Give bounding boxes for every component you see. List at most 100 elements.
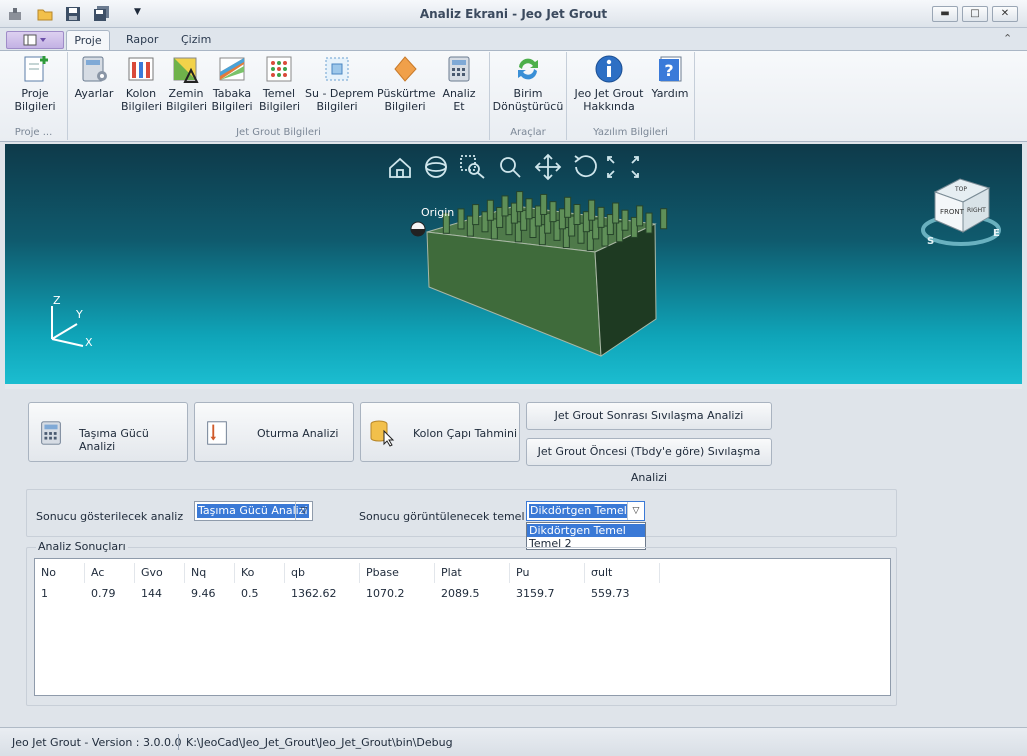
pile-column [525, 198, 533, 220]
column-header[interactable]: Ko [235, 563, 285, 583]
chevron-down-icon[interactable]: ▽ [295, 502, 312, 520]
tabaka-bilgileri-button[interactable]: Tabaka Bilgileri [211, 54, 253, 113]
rotate-icon[interactable] [574, 155, 597, 178]
cube-right-label: RIGHT [967, 207, 986, 214]
tasima-gucu-label: Taşıma Gücü Analizi [79, 427, 149, 453]
column-header[interactable]: Pu [510, 563, 585, 583]
results-title: Analiz Sonuçları [36, 540, 128, 553]
hakkinda-label: Jeo Jet Grout Hakkında [574, 87, 644, 113]
yardim-button[interactable]: ? Yardım [650, 54, 690, 100]
column-header[interactable]: Gvo [135, 563, 185, 583]
temel-bilgileri-label: Temel Bilgileri [259, 87, 301, 113]
column-header[interactable]: Nq [185, 563, 235, 583]
table-cell: 3159.7 [516, 587, 555, 600]
tab-proje[interactable]: Proje [66, 30, 110, 50]
tab-rapor[interactable]: Rapor [118, 30, 166, 50]
sonrasi-sivilasma-button[interactable]: Jet Grout Sonrası Sıvılaşma Analizi [526, 402, 772, 430]
collapse-ribbon-icon[interactable]: ⌃ [1003, 32, 1012, 45]
info-icon [595, 55, 623, 83]
proje-bilgileri-label: Proje Bilgileri [14, 87, 56, 113]
zoom-window-icon[interactable] [460, 155, 485, 179]
pile-column [486, 199, 494, 221]
birim-donusturucu-label: Birim Dönüştürücü [492, 87, 564, 113]
group-label-proje: Proje ... [14, 127, 53, 138]
viewport-toolbar [389, 153, 639, 181]
group-label-yazilim: Yazılım Bilgileri [593, 127, 668, 138]
kolon-capi-label: Kolon Çapı Tahmini [413, 427, 518, 440]
window-title: Analiz Ekrani - Jeo Jet Grout [419, 7, 608, 21]
table-cell: 1 [41, 587, 48, 600]
column-header[interactable]: qb [285, 563, 360, 583]
app-menu-button[interactable] [6, 31, 64, 49]
ayarlar-button[interactable]: Ayarlar [74, 54, 114, 100]
chevron-down-icon[interactable]: ▽ [627, 502, 644, 520]
cube-front-label: FRONT [940, 208, 965, 216]
proje-bilgileri-button[interactable]: Proje Bilgileri [12, 54, 58, 113]
temel-select-value: Dikdörtgen Temel [529, 504, 628, 518]
maximize-button[interactable]: □ [962, 6, 988, 22]
svg-text:?: ? [664, 61, 673, 80]
tab-cizim[interactable]: Çizim [173, 30, 219, 50]
kolon-bilgileri-button[interactable]: Kolon Bilgileri [121, 54, 163, 113]
dropdown-option[interactable]: Dikdörtgen Temel [527, 524, 645, 537]
new-project-icon [24, 56, 48, 82]
tasima-gucu-button[interactable]: Taşıma Gücü Analizi [28, 402, 188, 462]
table-cell: 559.73 [591, 587, 630, 600]
3d-viewport[interactable]: Origin Z Y X FRONT RIGHT TOP S E [5, 144, 1022, 384]
pan-icon[interactable] [534, 153, 562, 181]
temel-bilgileri-button[interactable]: Temel Bilgileri [259, 54, 301, 113]
home-view-icon[interactable] [389, 157, 411, 178]
oncesi-sivilasma-button[interactable]: Jet Grout Öncesi (Tbdy'e göre) Sıvılaşma… [526, 438, 772, 484]
column-header[interactable]: σult [585, 563, 660, 583]
injection-icon [394, 56, 417, 82]
pile-column [573, 204, 581, 225]
zemin-bilgileri-button[interactable]: Zemin Bilgileri [166, 54, 208, 113]
column-header[interactable]: Ac [85, 563, 135, 583]
ayarlar-label: Ayarlar [74, 87, 114, 100]
table-cell: 9.46 [191, 587, 216, 600]
pile-column [540, 193, 548, 215]
analiz-et-button[interactable]: Analiz Et [440, 54, 478, 113]
tabaka-bilgileri-label: Tabaka Bilgileri [211, 87, 253, 113]
minimize-button[interactable]: ▬ [932, 6, 958, 22]
axis-z-label: Z [53, 294, 61, 307]
cube-top-label: TOP [954, 186, 967, 193]
results-table[interactable]: No Ac Gvo Nq Ko qb Pbase Plat Pu σult 1 … [34, 558, 891, 696]
orbit-icon[interactable] [425, 156, 447, 178]
status-bar: Jeo Jet Grout - Version : 3.0.0.0 K:\Jeo… [0, 727, 1027, 756]
axis-x-label: X [85, 336, 93, 349]
zoom-icon[interactable] [500, 157, 521, 178]
pile-column [612, 202, 620, 224]
oturma-analizi-button[interactable]: Oturma Analizi [194, 402, 354, 462]
analiz-select[interactable]: Taşıma Gücü Analizi ▽ [194, 501, 313, 521]
su-deprem-bilgileri-label: Su - Deprem Bilgileri [305, 87, 374, 113]
foundation-model [426, 191, 668, 357]
su-deprem-bilgileri-button[interactable]: Su - Deprem Bilgileri [305, 54, 374, 113]
kolon-capi-button[interactable]: Kolon Çapı Tahmini [360, 402, 520, 462]
database-cursor-icon [370, 420, 395, 447]
analiz-select-label: Sonucu gösterilecek analiz [36, 510, 184, 523]
close-button[interactable]: ✕ [992, 6, 1018, 22]
help-icon: ? [659, 56, 682, 82]
zemin-bilgileri-label: Zemin Bilgileri [166, 87, 208, 113]
table-cell: 1070.2 [366, 587, 405, 600]
puskurtme-bilgileri-button[interactable]: Püskürtme Bilgileri [377, 54, 435, 113]
table-cell: 2089.5 [441, 587, 480, 600]
pile-column [645, 212, 653, 234]
kolon-bilgileri-label: Kolon Bilgileri [121, 87, 163, 113]
analiz-select-value: Taşıma Gücü Analizi [197, 504, 309, 518]
convert-arrows-icon [518, 58, 538, 80]
oturma-analizi-label: Oturma Analizi [257, 427, 339, 440]
table-cell: 0.79 [91, 587, 116, 600]
fullscreen-icon[interactable] [607, 156, 639, 178]
column-header[interactable]: Plat [435, 563, 510, 583]
temel-select[interactable]: Dikdörtgen Temel ▽ [526, 501, 645, 521]
column-header[interactable]: No [35, 563, 85, 583]
group-label-jet-grout: Jet Grout Bilgileri [236, 127, 321, 138]
birim-donusturucu-button[interactable]: Birim Dönüştürücü [492, 54, 564, 113]
hakkinda-button[interactable]: Jeo Jet Grout Hakkında [571, 54, 647, 113]
viewport-splitter[interactable] [5, 384, 1022, 389]
column-header[interactable]: Pbase [360, 563, 435, 583]
temel-dropdown-list: Dikdörtgen Temel Temel 2 [526, 522, 646, 550]
pile-column [516, 191, 524, 213]
